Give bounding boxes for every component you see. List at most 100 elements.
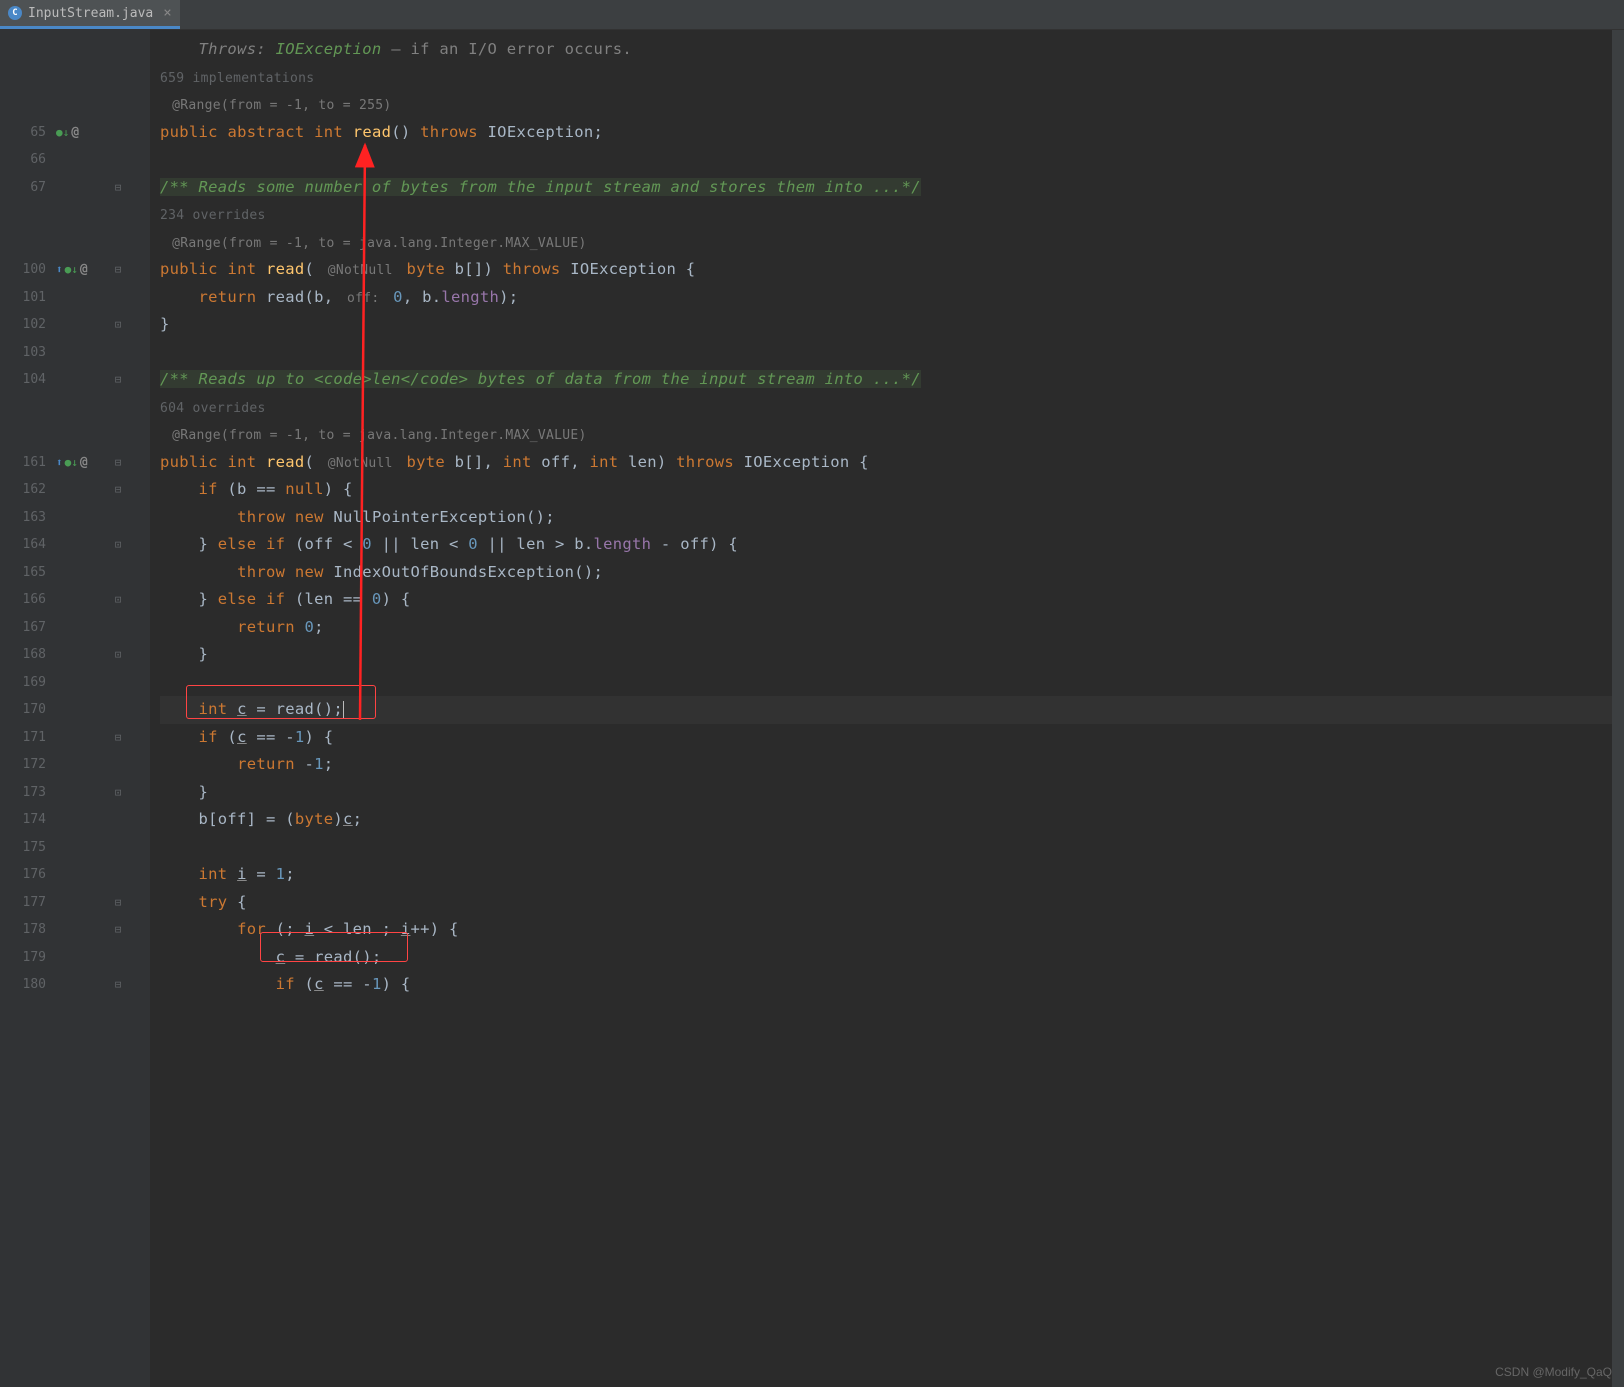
fold-icon[interactable]: ⊡ [110, 593, 126, 606]
fold-icon[interactable]: ⊡ [110, 648, 126, 661]
fold-icon[interactable]: ⊡ [110, 538, 126, 551]
line-number: 172 [10, 757, 52, 772]
fold-icon[interactable]: ⊟ [110, 181, 126, 194]
gutter-row[interactable]: 172 [10, 751, 150, 779]
line-number: 177 [10, 895, 52, 910]
line-number: 179 [10, 950, 52, 965]
implementations-hint[interactable]: 659 implementations [160, 71, 314, 86]
tab-filename: InputStream.java [28, 6, 153, 21]
fold-icon[interactable]: ⊟ [110, 373, 126, 386]
notnull-annotation: @NotNull [324, 454, 397, 473]
file-tab[interactable]: C InputStream.java × [0, 0, 180, 29]
line-number: 178 [10, 922, 52, 937]
range-annotation: @Range(from = -1, to = java.lang.Integer… [160, 234, 599, 253]
override-icon[interactable]: ⬆ [56, 263, 63, 276]
javadoc-comment: /** Reads up to <code>len</code> bytes o… [160, 370, 921, 388]
fold-icon[interactable]: ⊟ [110, 923, 126, 936]
fold-icon[interactable]: ⊟ [110, 456, 126, 469]
gutter-row[interactable]: 180⊟ [10, 971, 150, 999]
line-number: 100 [10, 262, 52, 277]
range-annotation: @Range(from = -1, to = 255) [160, 96, 404, 115]
range-annotation: @Range(from = -1, to = java.lang.Integer… [160, 426, 599, 445]
gutter-row[interactable]: 174 [10, 806, 150, 834]
gutter-row[interactable]: 178 ⊟ [10, 916, 150, 944]
line-number: 67 [10, 180, 52, 195]
gutter-row[interactable]: 103 [10, 339, 150, 367]
gutter-row[interactable]: 161⬆●↓@⊟ [10, 449, 150, 477]
gutter-row[interactable]: 162 ⊟ [10, 476, 150, 504]
annotation-icon[interactable]: @ [80, 262, 88, 277]
gutter-icons[interactable]: ●↓@ [52, 125, 110, 140]
gutter-row[interactable]: 177 ⊟ [10, 889, 150, 917]
gutter-row[interactable]: 166 ⊡ [10, 586, 150, 614]
gutter-icons[interactable]: ⬆●↓@ [52, 455, 110, 470]
gutter-row[interactable] [10, 64, 150, 92]
editor: 65●↓@6667⊟100⬆●↓@⊟101102⊡103104⊟161⬆●↓@⊟… [0, 30, 1624, 1387]
ioexception-link[interactable]: IOException [276, 40, 382, 58]
line-number: 167 [10, 620, 52, 635]
gutter-row[interactable] [10, 201, 150, 229]
annotation-icon[interactable]: @ [71, 125, 79, 140]
line-number: 162 [10, 482, 52, 497]
close-icon[interactable]: × [163, 5, 171, 21]
gutter-row[interactable] [10, 421, 150, 449]
throws-text: – if an I/O error occurs. [382, 40, 632, 58]
watermark: CSDN @Modify_QaQ [1495, 1365, 1612, 1379]
line-number: 176 [10, 867, 52, 882]
gutter-row[interactable] [10, 36, 150, 64]
gutter-row[interactable]: 66 [10, 146, 150, 174]
fold-icon[interactable]: ⊟ [110, 263, 126, 276]
gutter-row[interactable]: 179 [10, 944, 150, 972]
overrides-hint[interactable]: 234 overrides [160, 208, 266, 223]
scrollbar[interactable] [1612, 30, 1624, 1387]
gutter-row[interactable] [10, 91, 150, 119]
gutter-row[interactable]: 104⊟ [10, 366, 150, 394]
line-number: 66 [10, 152, 52, 167]
gutter-row[interactable]: 171⊟ [10, 724, 150, 752]
line-number: 164 [10, 537, 52, 552]
gutter-row[interactable]: 102⊡ [10, 311, 150, 339]
gutter-row[interactable]: 163 [10, 504, 150, 532]
fold-icon[interactable]: ⊟ [110, 896, 126, 909]
gutter-row[interactable]: 175 [10, 834, 150, 862]
gutter-row[interactable]: 173 ⊡ [10, 779, 150, 807]
override-icon[interactable]: ⬆ [56, 456, 63, 469]
tab-bar: C InputStream.java × [0, 0, 1624, 30]
gutter-row[interactable]: 170 [10, 696, 150, 724]
fold-icon[interactable]: ⊟ [110, 483, 126, 496]
gutter-row[interactable]: 67 ⊟ [10, 174, 150, 202]
code-area[interactable]: Throws: IOException – if an I/O error oc… [150, 30, 1624, 1387]
fold-icon[interactable]: ⊡ [110, 318, 126, 331]
gutter-row[interactable]: 100⬆●↓@⊟ [10, 256, 150, 284]
gutter-row[interactable]: 176 [10, 861, 150, 889]
line-number: 161 [10, 455, 52, 470]
gutter-row[interactable] [10, 229, 150, 257]
gutter-row[interactable] [10, 394, 150, 422]
gutter-row[interactable]: 169 [10, 669, 150, 697]
gutter-row[interactable]: 165 [10, 559, 150, 587]
line-number: 101 [10, 290, 52, 305]
annotation-icon[interactable]: @ [80, 455, 88, 470]
gutter-row[interactable]: 168 ⊡ [10, 641, 150, 669]
line-number: 174 [10, 812, 52, 827]
gutter-row[interactable]: 101 [10, 284, 150, 312]
overrides-hint[interactable]: 604 overrides [160, 401, 266, 416]
line-number: 173 [10, 785, 52, 800]
implements-icon[interactable]: ●↓ [65, 456, 78, 469]
fold-icon[interactable]: ⊡ [110, 786, 126, 799]
line-number: 163 [10, 510, 52, 525]
fold-icon[interactable]: ⊟ [110, 731, 126, 744]
gutter-row[interactable]: 167 [10, 614, 150, 642]
left-margin [0, 30, 10, 1387]
gutter-row[interactable]: 164 ⊡ [10, 531, 150, 559]
implements-icon[interactable]: ●↓ [65, 263, 78, 276]
gutter-icons[interactable]: ⬆●↓@ [52, 262, 110, 277]
gutter[interactable]: 65●↓@6667⊟100⬆●↓@⊟101102⊡103104⊟161⬆●↓@⊟… [10, 30, 150, 1387]
implements-icon[interactable]: ●↓ [56, 126, 69, 139]
javadoc-comment: /** Reads some number of bytes from the … [160, 178, 921, 196]
line-number: 166 [10, 592, 52, 607]
gutter-row[interactable]: 65●↓@ [10, 119, 150, 147]
fold-icon[interactable]: ⊟ [110, 978, 126, 991]
line-number: 168 [10, 647, 52, 662]
line-number: 175 [10, 840, 52, 855]
